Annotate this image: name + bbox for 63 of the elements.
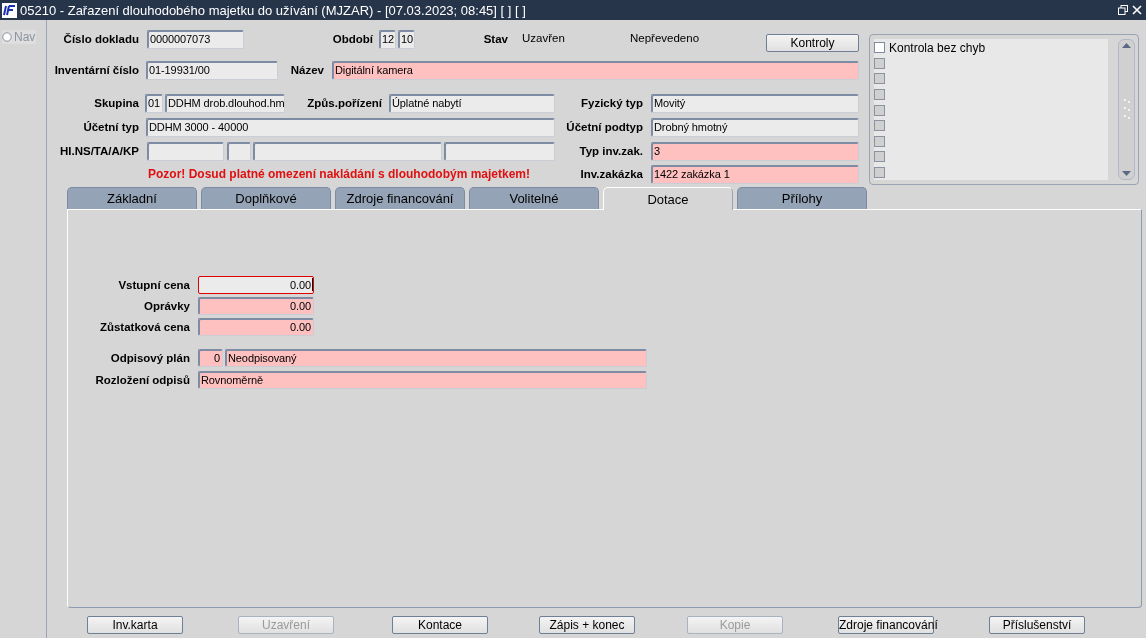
tab[interactable]: Doplňkové (201, 187, 331, 209)
input-field[interactable] (227, 142, 251, 161)
input-field[interactable]: 0.00 (198, 318, 314, 336)
input-field[interactable]: 0 (198, 349, 223, 367)
restore-icon[interactable] (1118, 5, 1128, 15)
field-label: Způs.pořízení (306, 96, 383, 111)
input-field[interactable]: 01 (145, 94, 163, 113)
field-label: HI.NS/TA/A/KP (59, 144, 140, 159)
warning-message: Pozor! Dosud platné omezení nakládání s dlouhodobým majetkem! (146, 166, 532, 183)
button[interactable]: Inv.karta (87, 616, 183, 634)
field-label: Skupina (93, 96, 140, 111)
field-label: Název (289, 63, 325, 78)
input-field[interactable]: DDHM drob.dlouhod.hm (165, 94, 285, 113)
input-field[interactable]: 3 (651, 142, 859, 161)
status-text: Uzavřen (522, 31, 566, 46)
field-label: Odpisový plán (109, 351, 191, 366)
app-logo-icon (2, 2, 17, 18)
field-label: Vstupní cena (117, 278, 191, 293)
field-label: Inv.zakázka (579, 167, 644, 182)
input-field[interactable]: Movitý (651, 94, 859, 113)
input-field[interactable] (147, 142, 224, 161)
field-label: Fyzický typ (580, 96, 644, 111)
input-field[interactable]: 01-19931/00 (146, 61, 278, 80)
field-label: Účetní podtyp (565, 120, 644, 135)
button[interactable]: Příslušenství (989, 616, 1085, 634)
input-field[interactable]: Drobný hmotný (651, 118, 859, 137)
field-label: Číslo dokladu (62, 32, 140, 47)
field-label: Účetní typ (82, 120, 140, 135)
close-icon[interactable] (1132, 5, 1142, 15)
input-field[interactable]: 10 (398, 30, 415, 49)
status-text: Nepřevedeno (630, 31, 701, 46)
field-label: Stav (482, 32, 509, 47)
button[interactable]: Zápis + konec (539, 616, 635, 634)
field-label: Inventární číslo (53, 63, 140, 78)
tab[interactable]: Základní (67, 187, 197, 209)
input-field[interactable]: 0.00 (198, 276, 314, 294)
scrollbar[interactable] (1118, 39, 1135, 180)
field-label: Zůstatková cena (98, 320, 191, 335)
checkbox[interactable] (874, 42, 885, 54)
input-field[interactable]: 1422 zakázka 1 (651, 165, 859, 184)
field-label: Období (331, 32, 374, 47)
checkbox-label: Kontrola bez chyb (889, 40, 986, 55)
input-field[interactable]: Digitální kamera (332, 61, 859, 80)
tab[interactable]: Zdroje financování (335, 187, 465, 209)
tab[interactable]: Dotace (603, 187, 733, 210)
button[interactable]: Kontroly (766, 34, 859, 52)
tab[interactable]: Volitelné (469, 187, 599, 209)
input-field[interactable]: Neodpisovaný (225, 349, 647, 367)
field-label: Oprávky (142, 299, 191, 314)
window-title: 05210 - Zařazení dlouhodobého majetku do užívání (MJZAR) - [07.03.2023; 08:45] [ ] [ ] (20, 2, 526, 18)
radio-icon[interactable] (2, 32, 12, 42)
button[interactable]: Kontace (392, 616, 488, 634)
input-field[interactable]: DDHM 3000 - 40000 (146, 118, 555, 137)
tab[interactable]: Přílohy (737, 187, 867, 209)
input-field[interactable]: Úplatné nabytí (389, 94, 555, 113)
input-field[interactable] (444, 142, 555, 161)
input-field[interactable]: 12 (379, 30, 396, 49)
input-field[interactable]: 0000007073 (147, 30, 244, 49)
input-field[interactable] (253, 142, 442, 161)
field-label: Typ inv.zak. (578, 144, 644, 159)
input-field[interactable]: Rovnoměrně (198, 371, 647, 389)
input-field[interactable]: 0.00 (198, 297, 314, 315)
field-label: Rozložení odpisů (94, 373, 191, 388)
